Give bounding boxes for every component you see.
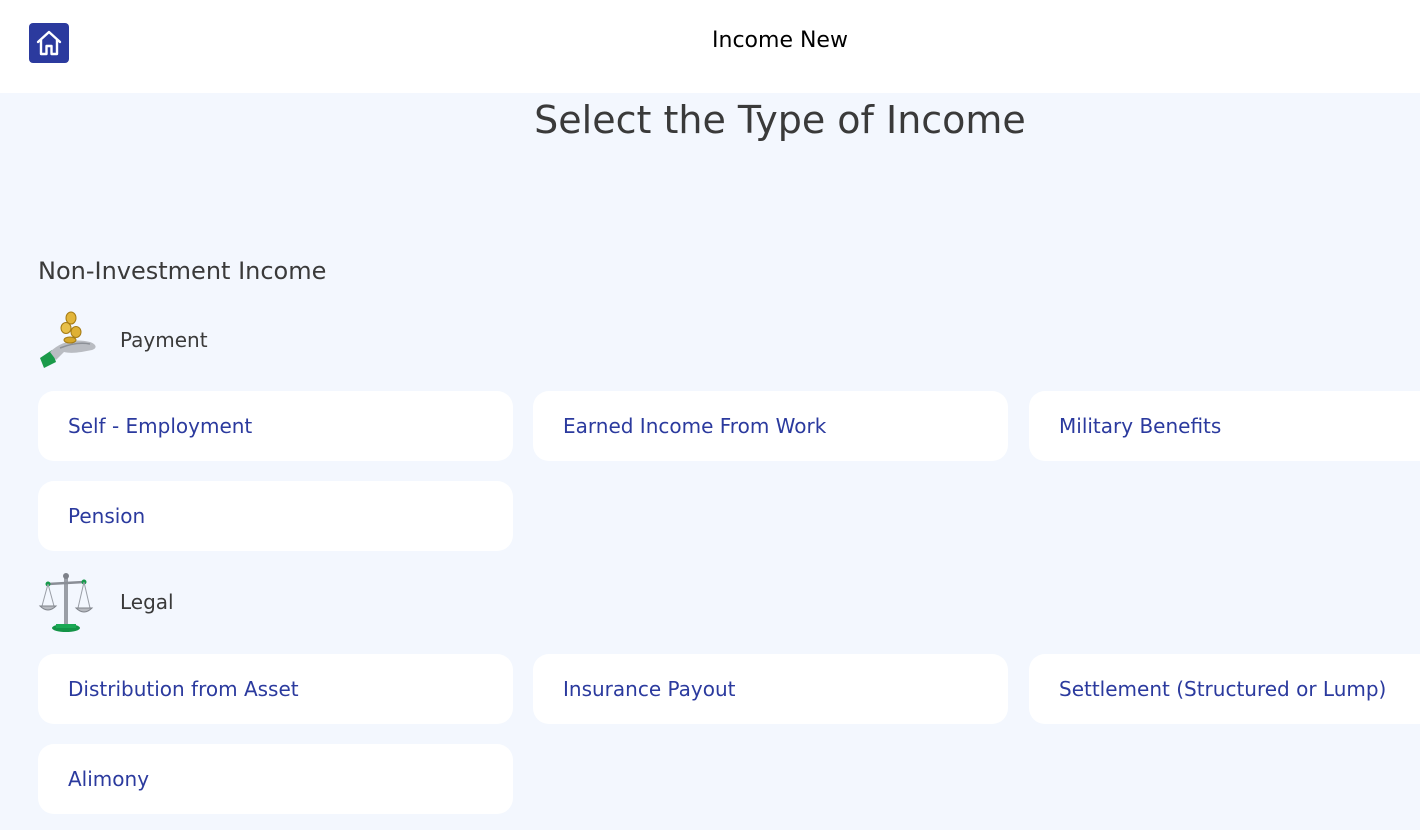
home-icon <box>36 30 62 56</box>
top-bar: Income New <box>0 0 1420 93</box>
option-military-benefits[interactable]: Military Benefits <box>1029 391 1420 461</box>
option-settlement[interactable]: Settlement (Structured or Lump) <box>1029 654 1420 724</box>
option-pension[interactable]: Pension <box>38 481 513 551</box>
option-label: Self - Employment <box>68 414 253 438</box>
option-label: Distribution from Asset <box>68 677 299 701</box>
group-header-payment: Payment <box>38 308 208 372</box>
group-header-legal: Legal <box>38 570 174 634</box>
option-distribution-from-asset[interactable]: Distribution from Asset <box>38 654 513 724</box>
section-title: Non-Investment Income <box>38 257 327 285</box>
option-label: Earned Income From Work <box>563 414 827 438</box>
option-label: Alimony <box>68 767 150 791</box>
app-title: Income New <box>712 28 848 53</box>
option-label: Military Benefits <box>1059 414 1222 438</box>
option-label: Pension <box>68 504 146 528</box>
home-button[interactable] <box>29 23 69 63</box>
scales-of-justice-icon <box>38 573 94 632</box>
payment-hand-coins-icon <box>40 311 96 368</box>
option-self-employment[interactable]: Self - Employment <box>38 391 513 461</box>
group-label: Legal <box>120 590 174 614</box>
option-label: Insurance Payout <box>563 677 736 701</box>
group-label: Payment <box>120 328 208 352</box>
page-title: Select the Type of Income <box>534 98 1026 142</box>
option-alimony[interactable]: Alimony <box>38 744 513 814</box>
option-earned-income-from-work[interactable]: Earned Income From Work <box>533 391 1008 461</box>
option-insurance-payout[interactable]: Insurance Payout <box>533 654 1008 724</box>
option-label: Settlement (Structured or Lump) <box>1059 677 1387 701</box>
